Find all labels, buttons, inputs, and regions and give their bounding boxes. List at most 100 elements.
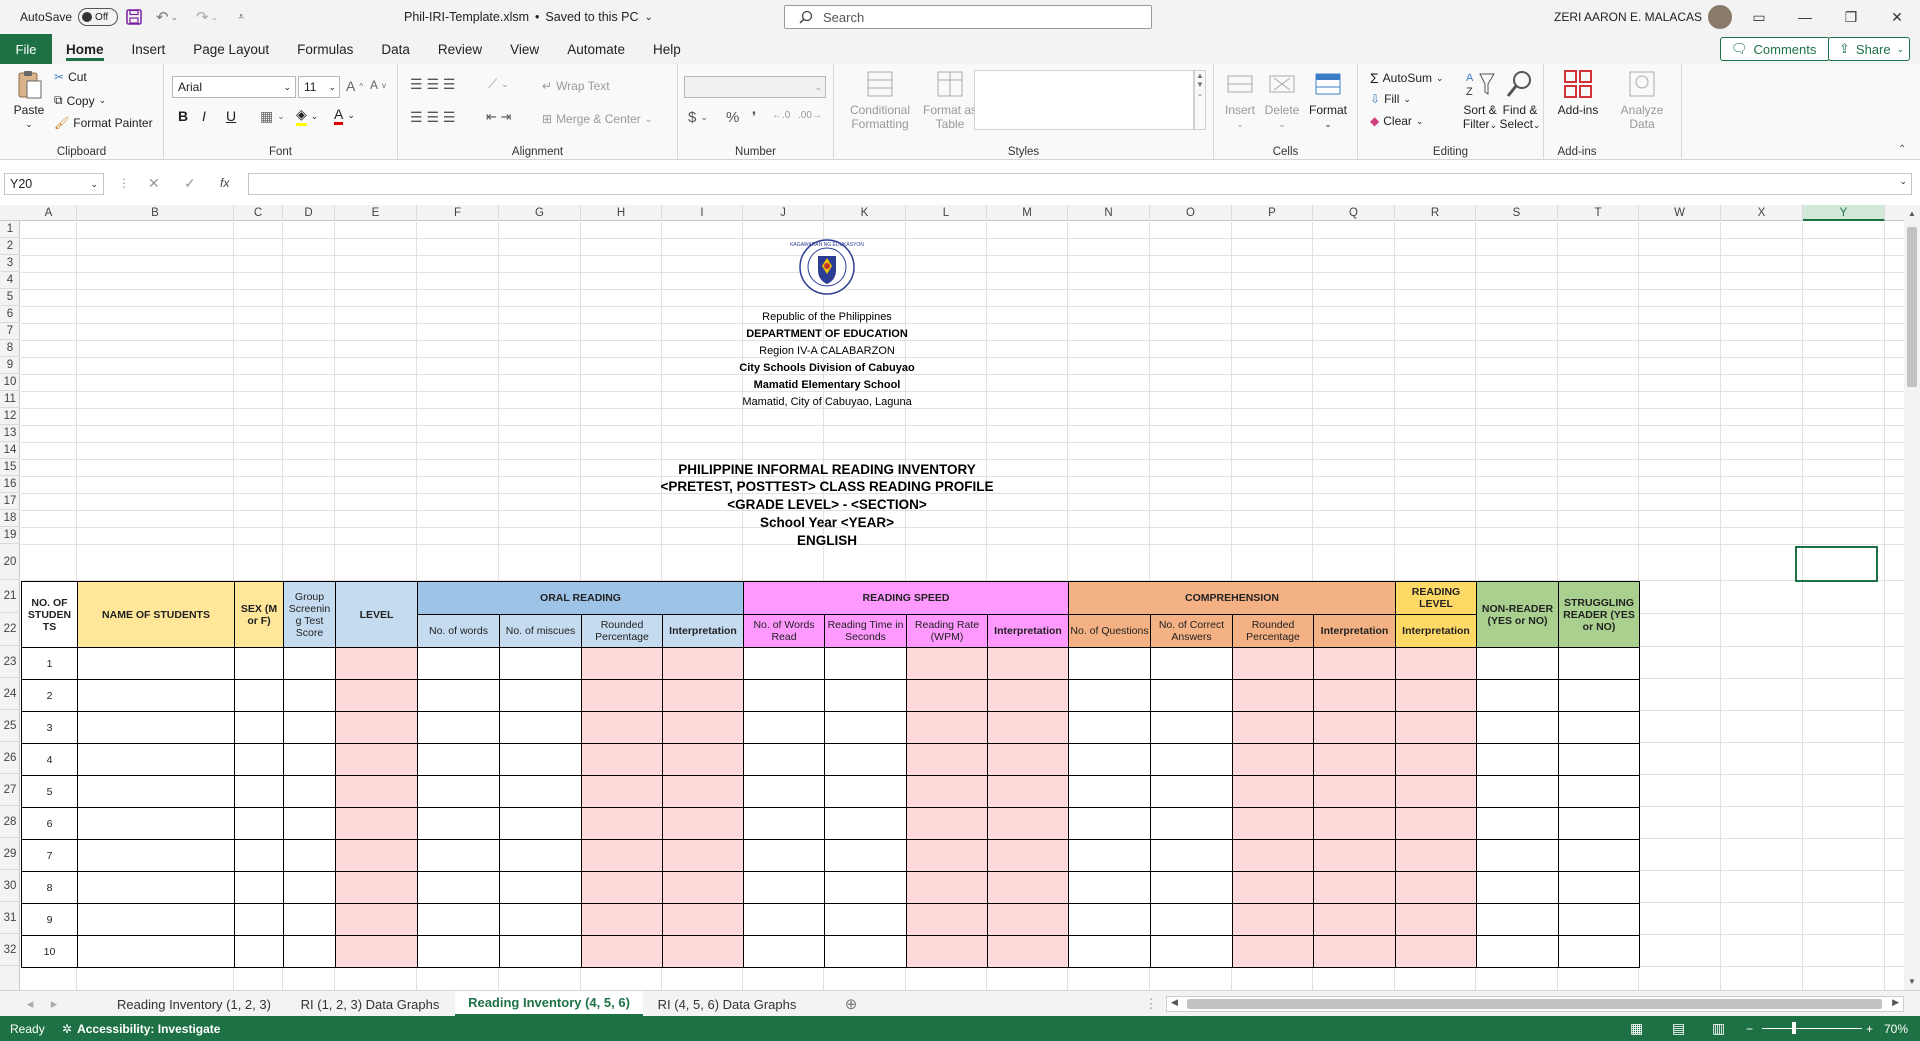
table-cell[interactable] [335, 903, 418, 936]
prev-sheet-icon[interactable]: ◂ [22, 991, 38, 1017]
scroll-thumb[interactable] [1907, 227, 1917, 387]
analyze-data-button[interactable]: Analyze Data [1616, 68, 1668, 131]
zoom-in-icon[interactable]: + [1866, 1022, 1873, 1036]
formula-input[interactable]: ⌄ [248, 173, 1912, 195]
normal-view-icon[interactable]: ▦ [1630, 1020, 1643, 1037]
table-cell[interactable] [234, 807, 284, 840]
table-cell[interactable] [743, 743, 825, 776]
table-cell[interactable] [77, 935, 235, 968]
table-cell[interactable] [1068, 935, 1151, 968]
table-cell[interactable] [417, 775, 500, 808]
vertical-scrollbar[interactable]: ▲ ▼ [1904, 205, 1920, 990]
horizontal-scrollbar[interactable]: ◀ ▶ [1166, 996, 1904, 1012]
column-header-x[interactable]: X [1721, 205, 1803, 221]
insert-cells-button[interactable]: Insert ⌄ [1220, 68, 1260, 131]
table-cell[interactable] [335, 935, 418, 968]
close-icon[interactable]: ✕ [1874, 0, 1920, 34]
table-cell[interactable] [1558, 807, 1640, 840]
table-cell[interactable] [824, 647, 907, 680]
table-cell[interactable] [662, 647, 744, 680]
row-header-2[interactable]: 2 [0, 238, 20, 255]
table-cell[interactable] [906, 711, 988, 744]
header-struggling-reader[interactable]: STRUGGLING READER (YES or NO) [1558, 581, 1640, 648]
table-cell[interactable] [234, 903, 284, 936]
table-cell[interactable] [77, 647, 235, 680]
table-cell[interactable] [417, 711, 500, 744]
table-cell[interactable] [1232, 711, 1314, 744]
table-cell[interactable] [906, 743, 988, 776]
table-cell[interactable] [581, 679, 663, 712]
column-header-b[interactable]: B [77, 205, 234, 221]
table-cell[interactable] [1150, 903, 1233, 936]
account[interactable]: ZERI AARON E. MALACAS [1554, 0, 1733, 34]
table-cell[interactable] [987, 871, 1069, 904]
table-cell[interactable] [987, 647, 1069, 680]
table-cell[interactable] [824, 711, 907, 744]
column-header-o[interactable]: O [1150, 205, 1232, 221]
borders-icon[interactable]: ▦ ⌄ [260, 108, 285, 125]
table-cell[interactable] [234, 711, 284, 744]
comma-icon[interactable]: ❜ [752, 109, 756, 125]
table-cell[interactable] [1232, 807, 1314, 840]
row-header-3[interactable]: 3 [0, 255, 20, 272]
column-header-s[interactable]: S [1476, 205, 1558, 221]
cut-button[interactable]: ✂ Cut [54, 70, 87, 84]
row-header-21[interactable]: 21 [0, 580, 20, 613]
table-cell[interactable] [283, 935, 336, 968]
table-cell[interactable] [1068, 839, 1151, 872]
wrap-text-button[interactable]: ↵ Wrap Text [542, 79, 610, 93]
orientation-icon[interactable]: ⟋ ⌄ [488, 76, 509, 92]
row-header-1[interactable]: 1 [0, 221, 20, 238]
horizontal-align-icons[interactable]: ☰ ☰ ☰ [410, 109, 455, 126]
table-cell[interactable] [417, 743, 500, 776]
table-cell[interactable] [906, 647, 988, 680]
column-header-l[interactable]: L [906, 205, 987, 221]
addins-button[interactable]: Add-ins [1552, 68, 1604, 117]
font-name-combo[interactable]: Arial ⌄ [172, 76, 296, 98]
header-name-of-students[interactable]: NAME OF STUDENTS [77, 581, 235, 648]
table-cell[interactable] [499, 871, 582, 904]
scroll-right-icon[interactable]: ▶ [1892, 997, 1899, 1008]
table-cell[interactable] [77, 775, 235, 808]
find-select-button[interactable]: Find & Select⌄ [1498, 68, 1542, 132]
table-cell[interactable] [1150, 711, 1233, 744]
page-break-view-icon[interactable]: ▥ [1712, 1020, 1725, 1037]
indent-icons[interactable]: ⇤ ⇥ [486, 109, 511, 125]
table-cell[interactable] [1068, 679, 1151, 712]
column-header-r[interactable]: R [1395, 205, 1476, 221]
table-cell[interactable] [1476, 935, 1559, 968]
paste-button[interactable]: Paste ⌄ [8, 68, 50, 131]
sheet-tab-4[interactable]: RI (4, 5, 6) Data Graphs [650, 991, 804, 1017]
column-header-y[interactable]: Y [1803, 205, 1885, 221]
header-speed-reading-rate[interactable]: Reading Rate (WPM) [906, 614, 988, 648]
table-cell[interactable] [1395, 743, 1477, 776]
table-cell[interactable] [1558, 871, 1640, 904]
autosave[interactable]: AutoSave Off [20, 0, 119, 34]
table-cell[interactable] [1150, 647, 1233, 680]
table-cell[interactable] [1558, 935, 1640, 968]
table-cell[interactable] [77, 871, 235, 904]
header-comp-no-of-questions[interactable]: No. of Questions [1068, 614, 1151, 648]
decrease-decimal-icon[interactable]: .00→ [798, 110, 822, 121]
student-number-cell[interactable]: 3 [21, 711, 78, 744]
table-cell[interactable] [662, 711, 744, 744]
row-header-32[interactable]: 32 [0, 934, 20, 966]
table-cell[interactable] [499, 775, 582, 808]
row-header-5[interactable]: 5 [0, 289, 20, 306]
table-cell[interactable] [1068, 775, 1151, 808]
table-cell[interactable] [987, 743, 1069, 776]
column-header-f[interactable]: F [417, 205, 499, 221]
cell-styles-gallery[interactable] [974, 70, 1194, 130]
table-cell[interactable] [743, 775, 825, 808]
table-cell[interactable] [1232, 871, 1314, 904]
underline-button[interactable]: U [226, 108, 236, 124]
document-title[interactable]: Phil-IRI-Template.xlsm • Saved to this P… [404, 0, 653, 34]
student-number-cell[interactable]: 7 [21, 839, 78, 872]
table-cell[interactable] [743, 647, 825, 680]
table-cell[interactable] [1476, 903, 1559, 936]
column-header-t[interactable]: T [1558, 205, 1639, 221]
delete-cells-button[interactable]: Delete ⌄ [1262, 68, 1302, 131]
copy-button[interactable]: ⧉ Copy ⌄ [54, 93, 106, 108]
tab-help[interactable]: Help [639, 34, 695, 64]
percent-button[interactable]: % [726, 109, 739, 126]
